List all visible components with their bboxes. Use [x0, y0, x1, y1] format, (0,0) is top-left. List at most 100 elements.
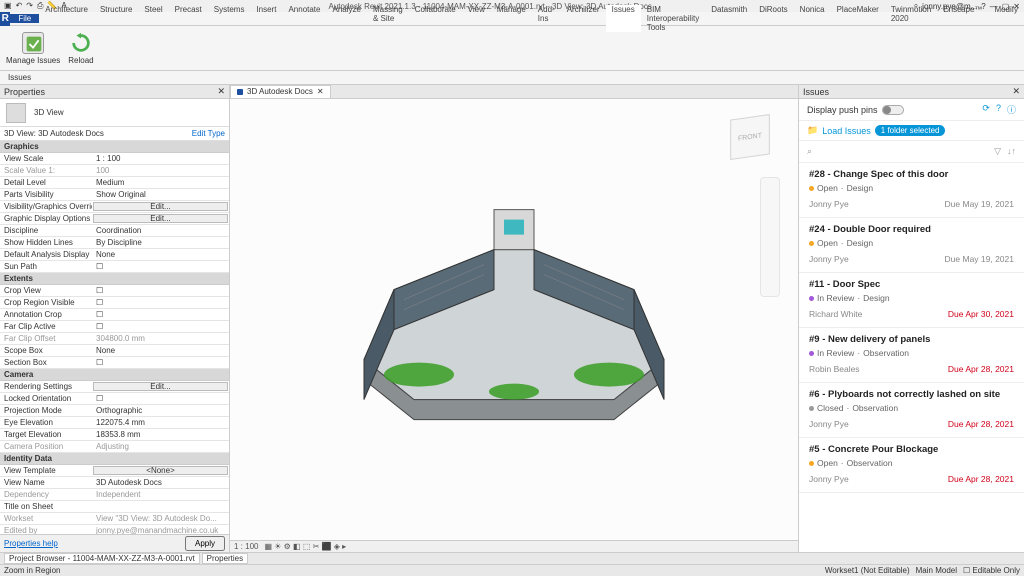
project-browser-tab[interactable]: Project Browser - 11004-MAM-XX-ZZ-M3-A-0… [4, 553, 200, 564]
issue-card[interactable]: #24 - Double Door requiredOpen · DesignJ… [799, 218, 1024, 273]
section-camera[interactable]: Camera [0, 369, 229, 381]
redo-icon[interactable]: ↷ [26, 1, 33, 11]
prop-value[interactable]: 1 : 100 [92, 153, 229, 164]
prop-value[interactable] [92, 501, 229, 512]
prop-value[interactable] [92, 261, 229, 272]
sort-icon[interactable]: ↓↑ [1007, 146, 1016, 157]
section-graphics[interactable]: Graphics [0, 141, 229, 153]
revit-logo[interactable]: R [0, 12, 10, 26]
tab-precast[interactable]: Precast [169, 5, 208, 32]
prop-value[interactable]: 304800.0 mm [92, 333, 229, 344]
tab-enscape-[interactable]: Enscape™ [937, 5, 988, 32]
properties-help-link[interactable]: Properties help [4, 539, 58, 548]
prop-row[interactable]: Show Hidden LinesBy Discipline [0, 237, 229, 249]
close-icon[interactable]: ✕ [217, 86, 225, 97]
save-icon[interactable]: ▣ [4, 1, 12, 11]
tab-diroots[interactable]: DiRoots [753, 5, 793, 32]
prop-row[interactable]: Title on Sheet [0, 501, 229, 513]
tab-file[interactable]: File [10, 14, 39, 23]
tab-annotate[interactable]: Annotate [282, 5, 326, 32]
prop-row[interactable]: Scale Value 1:100 [0, 165, 229, 177]
section-identity[interactable]: Identity Data [0, 453, 229, 465]
prop-row[interactable]: Section Box [0, 357, 229, 369]
prop-edit-button[interactable]: <None> [93, 466, 228, 475]
help-icon[interactable]: ? [996, 103, 1001, 116]
prop-row[interactable]: Far Clip Active [0, 321, 229, 333]
model-label[interactable]: Main Model [916, 566, 957, 575]
prop-row[interactable]: DependencyIndependent [0, 489, 229, 501]
prop-value[interactable]: Show Original [92, 189, 229, 200]
prop-row[interactable]: Camera PositionAdjusting [0, 441, 229, 453]
prop-value[interactable]: 3D Autodesk Docs [92, 477, 229, 488]
prop-row[interactable]: Annotation Crop [0, 309, 229, 321]
navigation-bar[interactable] [760, 177, 780, 297]
close-icon[interactable]: ✕ [1012, 86, 1020, 97]
prop-value[interactable]: Independent [92, 489, 229, 500]
tab-manage[interactable]: Manage [491, 5, 532, 32]
prop-row[interactable]: Detail LevelMedium [0, 177, 229, 189]
prop-value[interactable]: jonny.pye@manandmachine.co.uk [92, 525, 229, 534]
manage-issues-button[interactable]: Manage Issues [6, 32, 60, 65]
prop-row[interactable]: Default Analysis Display StyleNone [0, 249, 229, 261]
issue-card[interactable]: #11 - Door SpecIn Review · DesignRichard… [799, 273, 1024, 328]
tab-issues[interactable]: Issues [606, 5, 641, 32]
issue-card[interactable]: #28 - Change Spec of this doorOpen · Des… [799, 163, 1024, 218]
prop-value[interactable] [92, 297, 229, 308]
prop-row[interactable]: Eye Elevation122075.4 mm [0, 417, 229, 429]
issue-card[interactable]: #9 - New delivery of panelsIn Review · O… [799, 328, 1024, 383]
prop-value[interactable]: 100 [92, 165, 229, 176]
view-cube[interactable]: FRONT [724, 111, 780, 167]
tab-view[interactable]: View [462, 5, 491, 32]
tab-modify[interactable]: Modify [988, 5, 1024, 32]
prop-value[interactable]: None [92, 249, 229, 260]
pushpins-toggle[interactable] [882, 105, 904, 115]
prop-row[interactable]: DisciplineCoordination [0, 225, 229, 237]
info-icon[interactable]: ⓘ [1007, 103, 1016, 116]
editable-only-check[interactable]: ☐ Editable Only [963, 566, 1020, 575]
tab-systems[interactable]: Systems [208, 5, 251, 32]
section-extents[interactable]: Extents [0, 273, 229, 285]
prop-row[interactable]: View Template<None> [0, 465, 229, 477]
refresh-icon[interactable]: ⟳ [982, 103, 990, 116]
vcb-icons[interactable]: ▦ ☀ ⚙ ◧ ⬚ ✂ ⬛ ◈ ▸ [264, 542, 346, 551]
prop-row[interactable]: Far Clip Offset304800.0 mm [0, 333, 229, 345]
tab-massing-site[interactable]: Massing & Site [367, 5, 409, 32]
edit-type-button[interactable]: Edit Type [192, 129, 225, 138]
scale-label[interactable]: 1 : 100 [234, 542, 258, 551]
tab-datasmith[interactable]: Datasmith [705, 5, 753, 32]
undo-icon[interactable]: ↶ [16, 1, 23, 11]
prop-row[interactable]: Crop View [0, 285, 229, 297]
prop-row[interactable]: Sun Path [0, 261, 229, 273]
tab-add-ins[interactable]: Add-Ins [532, 5, 561, 32]
prop-row[interactable]: Parts VisibilityShow Original [0, 189, 229, 201]
prop-value[interactable] [92, 393, 229, 404]
view-tab-active[interactable]: 3D Autodesk Docs ✕ [230, 85, 331, 99]
issue-card[interactable]: #6 - Plyboards not correctly lashed on s… [799, 383, 1024, 438]
prop-row[interactable]: Visibility/Graphics OverridesEdit... [0, 201, 229, 213]
tab-placemaker[interactable]: PlaceMaker [831, 5, 885, 32]
prop-value[interactable] [92, 321, 229, 332]
tab-analyze[interactable]: Analyze [326, 5, 366, 32]
apply-button[interactable]: Apply [185, 536, 225, 551]
reload-button[interactable]: Reload [68, 32, 93, 65]
prop-value[interactable] [92, 357, 229, 368]
tab-close-icon[interactable]: ✕ [317, 87, 324, 96]
type-selector[interactable]: 3D View [0, 99, 229, 127]
prop-value[interactable]: View "3D View: 3D Autodesk Do... [92, 513, 229, 524]
prop-row[interactable]: Graphic Display OptionsEdit... [0, 213, 229, 225]
prop-row[interactable]: Edited byjonny.pye@manandmachine.co.uk [0, 525, 229, 534]
viewport[interactable]: FRONT [230, 99, 798, 540]
prop-value[interactable]: None [92, 345, 229, 356]
tab-architecture[interactable]: Architecture [39, 5, 94, 32]
tab-nonica[interactable]: Nonica [794, 5, 831, 32]
properties-tab[interactable]: Properties [202, 553, 248, 564]
tab-insert[interactable]: Insert [250, 5, 282, 32]
prop-row[interactable]: Crop Region Visible [0, 297, 229, 309]
prop-value[interactable]: Orthographic [92, 405, 229, 416]
prop-value[interactable]: Medium [92, 177, 229, 188]
prop-value[interactable] [92, 285, 229, 296]
tab-collaborate[interactable]: Collaborate [409, 5, 462, 32]
prop-row[interactable]: View Name3D Autodesk Docs [0, 477, 229, 489]
tab-bim-interoperability-tools[interactable]: BIM Interoperability Tools [641, 5, 705, 32]
prop-row[interactable]: Scope BoxNone [0, 345, 229, 357]
